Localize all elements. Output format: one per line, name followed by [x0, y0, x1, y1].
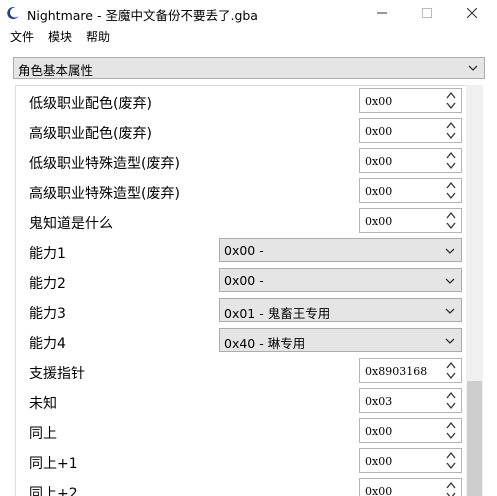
scrollbar-thumb[interactable] — [467, 381, 482, 496]
field-row: 高级职业配色(废弃) 0x00 — [16, 117, 466, 147]
spinner-arrows-icon[interactable] — [444, 420, 458, 441]
field-combobox[interactable]: 0x00 - — [219, 238, 462, 262]
field-row: 能力3 0x01 - 鬼畜王专用 — [16, 297, 466, 327]
menu-module[interactable]: 模块 — [48, 28, 72, 45]
field-label: 能力1 — [29, 246, 66, 262]
field-label: 能力3 — [29, 306, 66, 322]
spinner-arrows-icon[interactable] — [444, 180, 458, 201]
combobox-value: 0x00 - — [224, 243, 264, 258]
spinbox-value: 0x00 — [365, 185, 393, 198]
field-spinbox[interactable]: 0x00 — [359, 418, 462, 443]
module-select-value: 角色基本属性 — [18, 63, 94, 78]
field-spinbox[interactable]: 0x00 — [359, 178, 462, 203]
field-spinbox[interactable]: 0x03 — [359, 388, 462, 413]
field-label: 高级职业特殊造型(废弃) — [29, 186, 180, 202]
combobox-value: 0x01 - 鬼畜王专用 — [224, 306, 331, 321]
field-row: 高级职业特殊造型(废弃) 0x00 — [16, 177, 466, 207]
field-label: 未知 — [29, 396, 57, 412]
spinbox-value: 0x00 — [365, 155, 393, 168]
vertical-scrollbar[interactable] — [466, 85, 483, 496]
spinner-arrows-icon[interactable] — [444, 90, 458, 111]
app-name: Nightmare — [27, 8, 93, 23]
chevron-down-icon — [468, 65, 478, 71]
field-row: 低级职业配色(废弃) 0x00 — [16, 87, 466, 117]
combobox-value: 0x00 - — [224, 273, 264, 288]
title-separator: - — [96, 8, 102, 23]
field-combobox[interactable]: 0x00 - — [219, 268, 462, 292]
spinner-arrows-icon[interactable] — [444, 150, 458, 171]
field-row: 未知 0x03 — [16, 387, 466, 417]
spinbox-value: 0x00 — [365, 95, 393, 108]
chevron-down-icon — [445, 278, 455, 284]
spinner-arrows-icon[interactable] — [444, 360, 458, 381]
field-label: 低级职业特殊造型(废弃) — [29, 156, 180, 172]
field-spinbox[interactable]: 0x00 — [359, 118, 462, 143]
field-row: 能力4 0x40 - 琳专用 — [16, 327, 466, 357]
field-row: 同上+1 0x00 — [16, 447, 466, 477]
menu-help[interactable]: 帮助 — [86, 28, 110, 45]
menu-file[interactable]: 文件 — [10, 28, 34, 45]
close-button[interactable] — [449, 0, 495, 26]
file-name: 圣魔中文备份不要丢了.gba — [105, 8, 258, 23]
minimize-button[interactable] — [359, 0, 405, 26]
nightmare-moon-icon — [7, 7, 19, 20]
field-spinbox[interactable]: 0x8903168 — [359, 358, 462, 383]
spinbox-value: 0x00 — [365, 215, 393, 228]
spinbox-value: 0x03 — [365, 395, 393, 408]
field-row: 能力2 0x00 - — [16, 267, 466, 297]
chevron-down-icon — [445, 308, 455, 314]
field-row: 同上+2 0x00 — [16, 477, 466, 496]
maximize-icon — [422, 8, 432, 18]
field-label: 低级职业配色(废弃) — [29, 96, 152, 112]
field-label: 能力2 — [29, 276, 66, 292]
menu-bar: 文件 模块 帮助 — [0, 26, 497, 46]
combobox-value: 0x40 - 琳专用 — [224, 336, 306, 351]
field-row: 低级职业特殊造型(废弃) 0x00 — [16, 147, 466, 177]
field-label: 同上+2 — [29, 486, 78, 496]
spinner-arrows-icon[interactable] — [444, 120, 458, 141]
window-title: Nightmare - 圣魔中文备份不要丢了.gba — [27, 5, 258, 24]
field-label: 能力4 — [29, 336, 66, 352]
spinbox-value: 0x00 — [365, 485, 393, 496]
spinner-arrows-icon[interactable] — [444, 450, 458, 471]
field-spinbox[interactable]: 0x00 — [359, 448, 462, 473]
field-spinbox[interactable]: 0x00 — [359, 148, 462, 173]
spinner-arrows-icon[interactable] — [444, 210, 458, 231]
field-label: 支援指针 — [29, 366, 85, 382]
spinbox-value: 0x00 — [365, 125, 393, 138]
spinbox-value: 0x00 — [365, 425, 393, 438]
chevron-down-icon — [445, 338, 455, 344]
field-spinbox[interactable]: 0x00 — [359, 88, 462, 113]
field-spinbox[interactable]: 0x00 — [359, 478, 462, 496]
field-combobox[interactable]: 0x01 - 鬼畜王专用 — [219, 298, 462, 322]
field-label: 同上+1 — [29, 456, 78, 472]
field-row: 鬼知道是什么 0x00 — [16, 207, 466, 237]
title-bar: Nightmare - 圣魔中文备份不要丢了.gba — [0, 0, 497, 26]
spinner-arrows-icon[interactable] — [444, 390, 458, 411]
minimize-icon — [377, 12, 387, 14]
property-panel: 低级职业配色(废弃) 0x00 高级职业配色(废弃) 0x00 低级职业特殊造型… — [15, 85, 466, 496]
module-select[interactable]: 角色基本属性 — [13, 57, 485, 79]
field-row: 能力1 0x00 - — [16, 237, 466, 267]
spinner-arrows-icon[interactable] — [444, 480, 458, 496]
field-combobox[interactable]: 0x40 - 琳专用 — [219, 328, 462, 352]
field-row: 支援指针 0x8903168 — [16, 357, 466, 387]
maximize-button[interactable] — [404, 0, 450, 26]
chevron-down-icon — [445, 248, 455, 254]
field-spinbox[interactable]: 0x00 — [359, 208, 462, 233]
field-label: 高级职业配色(废弃) — [29, 126, 152, 142]
spinbox-value: 0x00 — [365, 455, 393, 468]
spinbox-value: 0x8903168 — [365, 365, 428, 378]
field-label: 同上 — [29, 426, 57, 442]
field-label: 鬼知道是什么 — [29, 216, 113, 232]
field-row: 同上 0x00 — [16, 417, 466, 447]
close-icon — [467, 8, 477, 18]
